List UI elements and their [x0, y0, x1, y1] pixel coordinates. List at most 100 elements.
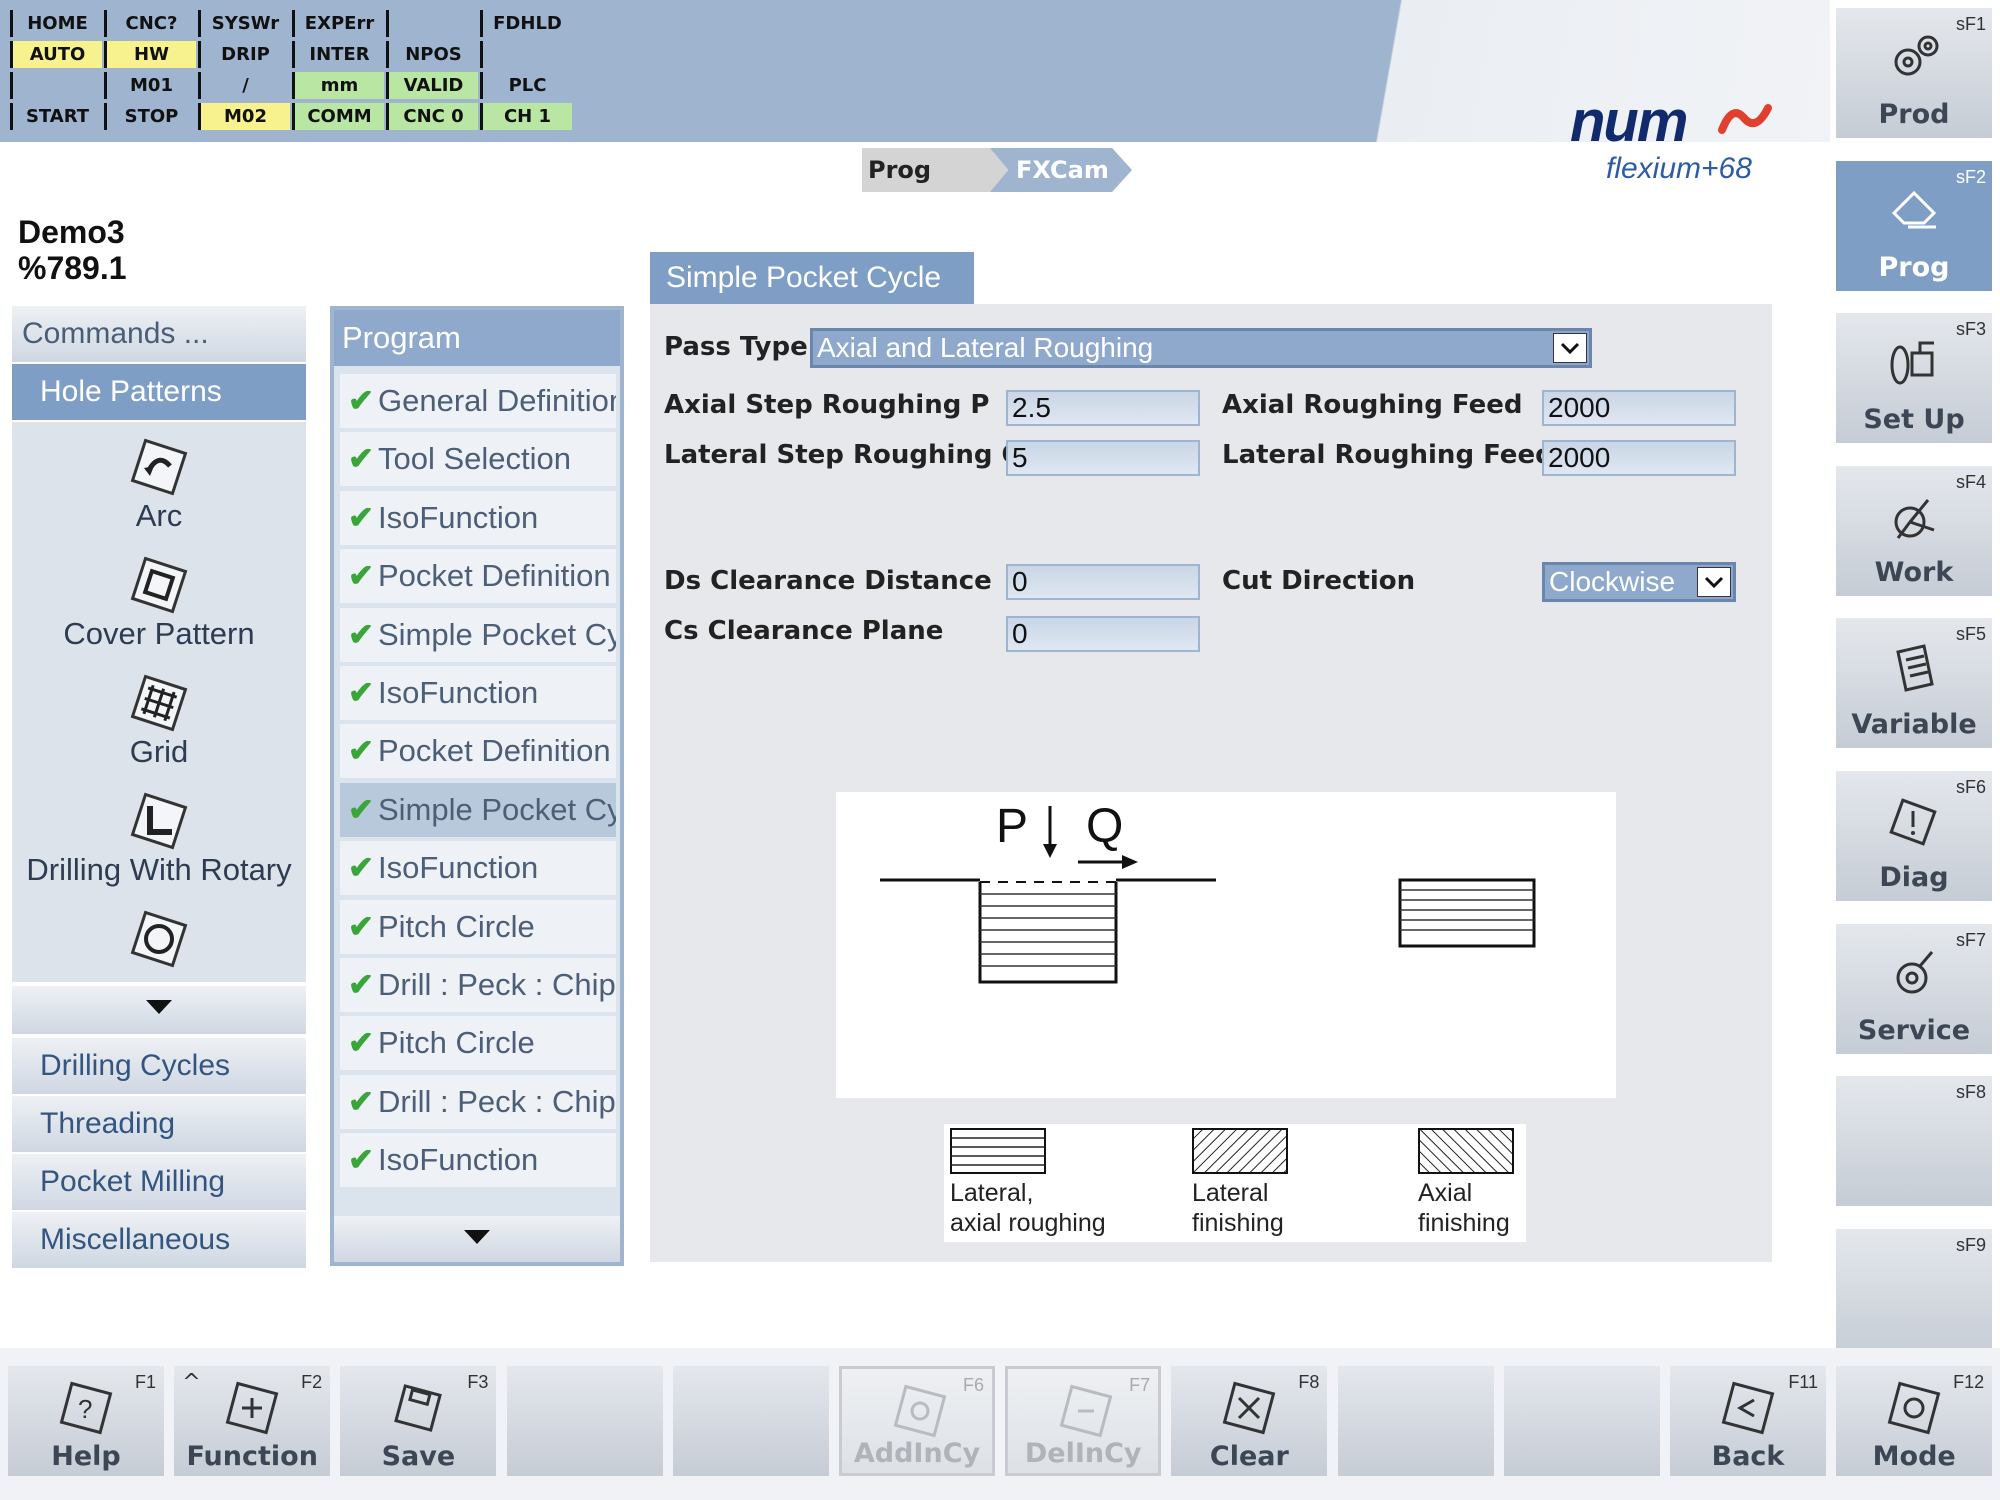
num-logo: num flexium+68	[1570, 88, 1772, 185]
fkey-addincy[interactable]: F6 AddInCy	[839, 1366, 995, 1476]
program-list-item[interactable]: ✔ Pocket Definition	[340, 549, 616, 604]
pattern-label: Grid	[129, 734, 189, 769]
program-list-item[interactable]: ✔ Drill : Peck : Chip	[340, 1074, 616, 1129]
category-pocket-milling[interactable]: Pocket Milling	[12, 1154, 306, 1210]
pattern-scroll-down[interactable]	[12, 986, 306, 1034]
status-cell: HW	[104, 41, 196, 68]
program-item-label: Simple Pocket Cycle	[377, 616, 616, 652]
softkey-code: sF8	[1955, 1082, 1986, 1103]
fkey-function[interactable]: F2 ^ Function	[174, 1366, 331, 1476]
softkey-prod[interactable]: sF1 Prod	[1836, 8, 1992, 138]
fkey-code: F8	[1298, 1372, 1320, 1392]
pass-type-select[interactable]: Axial and Lateral Roughing	[810, 328, 1592, 368]
fkey-code: F1	[134, 1372, 156, 1392]
fkey-back[interactable]: F11 Back	[1670, 1366, 1826, 1476]
fkey-label: Help	[51, 1441, 121, 1472]
check-icon: ✔	[348, 499, 374, 535]
softkey-service[interactable]: sF7 Service	[1836, 923, 1992, 1054]
cs-clearance-input[interactable]	[1006, 616, 1200, 652]
fkey-label: Back	[1711, 1441, 1785, 1472]
chevron-down-icon	[464, 1230, 490, 1244]
lateral-feed-input[interactable]	[1542, 440, 1736, 476]
fkey-label: Clear	[1209, 1441, 1289, 1472]
softkey-work[interactable]: sF4 Work	[1836, 465, 1992, 596]
logo-sub: flexium+68	[1606, 152, 1752, 185]
softkey-code: sF7	[1955, 929, 1986, 950]
drilling-rotary-icon	[130, 792, 188, 850]
axial-feed-label: Axial Roughing Feed	[1222, 390, 1523, 420]
program-list-item[interactable]: ✔ Pitch Circle	[340, 899, 616, 954]
softkey-label: Prog	[1878, 251, 1950, 283]
program-number: %789.1	[18, 250, 127, 286]
status-cell: EXPErr	[292, 10, 384, 37]
program-list-item[interactable]: ✔ IsoFunction	[340, 490, 616, 545]
diagram-p-label: P	[996, 800, 1028, 853]
breadcrumb-fxcam[interactable]: FXCam	[990, 148, 1132, 192]
lateral-step-input[interactable]	[1006, 440, 1200, 476]
legend-text-line: Lateral	[1192, 1179, 1269, 1207]
dropdown-button[interactable]	[1553, 333, 1587, 363]
axial-step-input[interactable]	[1006, 390, 1200, 426]
softkey-set-up[interactable]: sF3 Set Up	[1836, 313, 1992, 444]
program-item-label: Pitch Circle	[377, 908, 535, 944]
status-cell: M02	[198, 103, 290, 130]
softkey-variable[interactable]: sF5 Variable	[1836, 618, 1992, 749]
program-list-item[interactable]: ✔ Pocket Definition	[340, 724, 616, 779]
diagram-legend: Lateral, axial roughing Lateral finishin…	[944, 1124, 1526, 1242]
softkey-diag[interactable]: sF6 Diag	[1836, 771, 1992, 901]
status-cell	[386, 10, 478, 37]
function-icon	[225, 1381, 279, 1435]
program-list-item[interactable]: ✔ Pitch Circle	[340, 1016, 616, 1071]
chevron-down-icon	[1560, 342, 1580, 355]
breadcrumb-prog[interactable]: Prog	[862, 148, 1012, 192]
softkey-blank-8[interactable]: sF8	[1836, 1076, 1992, 1207]
program-list-item[interactable]: ✔ General Definition	[340, 374, 616, 428]
num-swoosh-icon	[1718, 104, 1772, 134]
fkey-save[interactable]: F3 Save	[340, 1366, 497, 1476]
category-hole-patterns[interactable]: Hole Patterns	[12, 364, 306, 420]
pattern-cover[interactable]: Cover Pattern	[12, 550, 306, 652]
program-name: Demo3	[18, 214, 125, 250]
softkey-prog[interactable]: sF2 Prog	[1836, 160, 1992, 291]
cover-pattern-icon	[130, 556, 188, 614]
commands-header[interactable]: Commands ...	[12, 306, 306, 362]
fkey-mode[interactable]: F12 Mode	[1836, 1366, 1993, 1476]
warning-icon	[1889, 798, 1937, 846]
softkey-code: sF5	[1955, 624, 1986, 645]
program-list-item[interactable]: ✔ IsoFunction	[340, 666, 616, 720]
fkey-delincy[interactable]: F7 DelInCy	[1005, 1366, 1162, 1476]
softkey-blank-9[interactable]: sF9	[1836, 1228, 1992, 1359]
pattern-drilling-rotary[interactable]: Drilling With Rotary	[12, 786, 306, 888]
fkey-clear[interactable]: F8 Clear	[1171, 1366, 1328, 1476]
cut-direction-select[interactable]: Clockwise	[1542, 562, 1736, 602]
program-item-label: Drill : Peck : Chip	[377, 967, 616, 1002]
axial-feed-input[interactable]	[1542, 390, 1736, 426]
ds-clearance-input[interactable]	[1006, 564, 1200, 600]
program-list-item[interactable]: ✔Simple Pocket Cycle	[340, 607, 616, 662]
fkey-blank-10[interactable]	[1503, 1366, 1660, 1476]
category-miscellaneous[interactable]: Miscellaneous	[12, 1212, 306, 1268]
program-item-label: IsoFunction	[377, 499, 539, 535]
softkey-label: Prod	[1878, 99, 1950, 130]
program-list-item[interactable]: ✔ Drill : Peck : Chip	[340, 958, 616, 1012]
fkey-blank-4[interactable]	[506, 1366, 663, 1476]
category-threading[interactable]: Threading	[12, 1096, 306, 1152]
pattern-pitch-circle[interactable]	[12, 904, 306, 974]
program-item-label: Pitch Circle	[377, 1025, 535, 1061]
fkey-blank-9[interactable]	[1337, 1366, 1494, 1476]
program-item-label: IsoFunction	[377, 675, 539, 710]
shift-caret: ^	[182, 1370, 201, 1395]
fkey-help[interactable]: F1? Help	[8, 1366, 164, 1476]
pattern-grid[interactable]: Grid	[12, 668, 306, 770]
program-scroll-down[interactable]	[334, 1216, 620, 1262]
form-title: Simple Pocket Cycle	[650, 252, 974, 304]
fkey-blank-5[interactable]	[672, 1366, 829, 1476]
pattern-arc[interactable]: Arc	[12, 432, 306, 534]
program-list-item[interactable]: ✔Simple Pocket Cycle	[340, 782, 616, 837]
program-list-item[interactable]: ✔ IsoFunction	[340, 1133, 616, 1188]
program-item-label: Pocket Definition	[377, 733, 611, 769]
dropdown-button[interactable]	[1697, 567, 1731, 597]
program-list-item[interactable]: ✔ IsoFunction	[340, 841, 616, 896]
program-list-item[interactable]: ✔ Tool Selection	[340, 432, 616, 487]
category-drilling-cycles[interactable]: Drilling Cycles	[12, 1038, 306, 1094]
